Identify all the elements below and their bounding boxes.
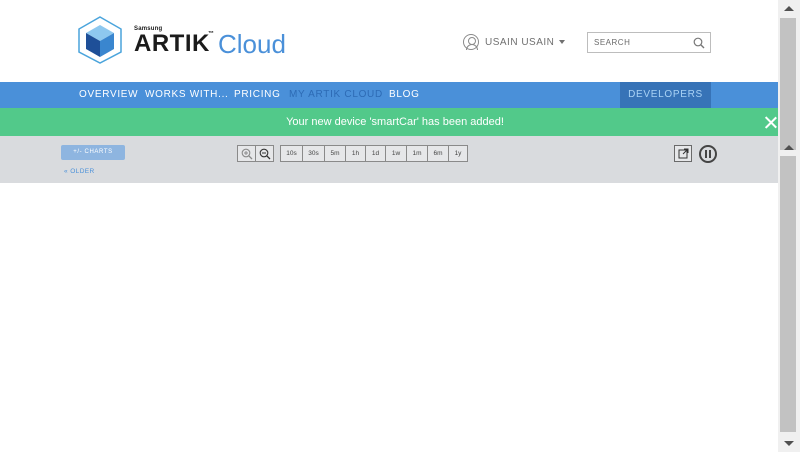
brand-wordmark[interactable]: Samsung ARTIK ™ Cloud	[134, 26, 294, 60]
brand-trademark: ™	[208, 31, 214, 37]
brand-artik: ARTIK	[134, 30, 210, 57]
zoom-out-button[interactable]	[255, 145, 274, 162]
scroll-down-arrow-icon[interactable]	[778, 436, 800, 452]
zoom-out-icon	[259, 148, 271, 160]
time-range-6m[interactable]: 6m	[427, 145, 449, 162]
scroll-up-arrow-icon[interactable]	[778, 141, 800, 155]
main-nav: OVERVIEW WORKS WITH... PRICING MY ARTIK …	[0, 82, 778, 108]
time-range-5m[interactable]: 5m	[324, 145, 346, 162]
user-menu[interactable]: USAIN USAIN	[463, 34, 566, 50]
export-button[interactable]	[674, 145, 692, 162]
zoom-in-icon	[241, 148, 253, 160]
time-range-1m[interactable]: 1m	[406, 145, 428, 162]
scroll-thumb[interactable]	[780, 156, 796, 432]
nav-item-my-artik-cloud[interactable]: MY ARTIK CLOUD	[289, 82, 383, 108]
user-icon	[463, 34, 479, 50]
charts-toggle-button[interactable]: +/- CHARTS	[61, 145, 125, 160]
older-link[interactable]: « OLDER	[64, 168, 95, 175]
header: Samsung ARTIK ™ Cloud USAIN USAIN	[0, 0, 778, 82]
page: Samsung ARTIK ™ Cloud USAIN USAIN OVERVI…	[0, 0, 800, 452]
caret-down-icon	[559, 40, 566, 44]
nav-item-blog[interactable]: BLOG	[389, 82, 420, 108]
search-input[interactable]	[588, 33, 688, 52]
zoom-controls	[237, 145, 274, 162]
zoom-in-button[interactable]	[237, 145, 256, 162]
chart-area	[0, 183, 778, 452]
time-range-1h[interactable]: 1h	[345, 145, 366, 162]
pause-icon[interactable]	[699, 145, 717, 163]
time-range-1y[interactable]: 1y	[448, 145, 468, 162]
notification-message: Your new device 'smartCar' has been adde…	[286, 116, 504, 128]
search-box	[587, 32, 711, 53]
chart-toolbar: +/- CHARTS « OLDER 10s 30s 5m 1h 1d 1w 1…	[0, 136, 778, 183]
cube-logo-icon[interactable]	[78, 16, 122, 64]
nav-item-pricing[interactable]: PRICING	[234, 82, 281, 108]
time-range-group: 10s 30s 5m 1h 1d 1w 1m 6m 1y	[280, 145, 468, 162]
user-name: USAIN USAIN	[485, 36, 555, 48]
time-range-1d[interactable]: 1d	[365, 145, 386, 162]
time-range-30s[interactable]: 30s	[302, 145, 325, 162]
scroll-thumb[interactable]	[780, 18, 796, 150]
nav-item-developers[interactable]: DEVELOPERS	[620, 82, 711, 108]
time-range-10s[interactable]: 10s	[280, 145, 303, 162]
notification-banner: Your new device 'smartCar' has been adde…	[0, 108, 778, 136]
brand-cloud: Cloud	[218, 29, 286, 59]
close-icon[interactable]	[764, 116, 777, 129]
scroll-up-arrow-icon[interactable]	[778, 0, 800, 17]
page-scrollbar[interactable]	[778, 0, 800, 452]
nav-item-works-with[interactable]: WORKS WITH...	[145, 82, 229, 108]
nav-item-overview[interactable]: OVERVIEW	[79, 82, 138, 108]
search-icon[interactable]	[693, 37, 705, 49]
export-icon	[678, 148, 689, 159]
time-range-1w[interactable]: 1w	[385, 145, 407, 162]
